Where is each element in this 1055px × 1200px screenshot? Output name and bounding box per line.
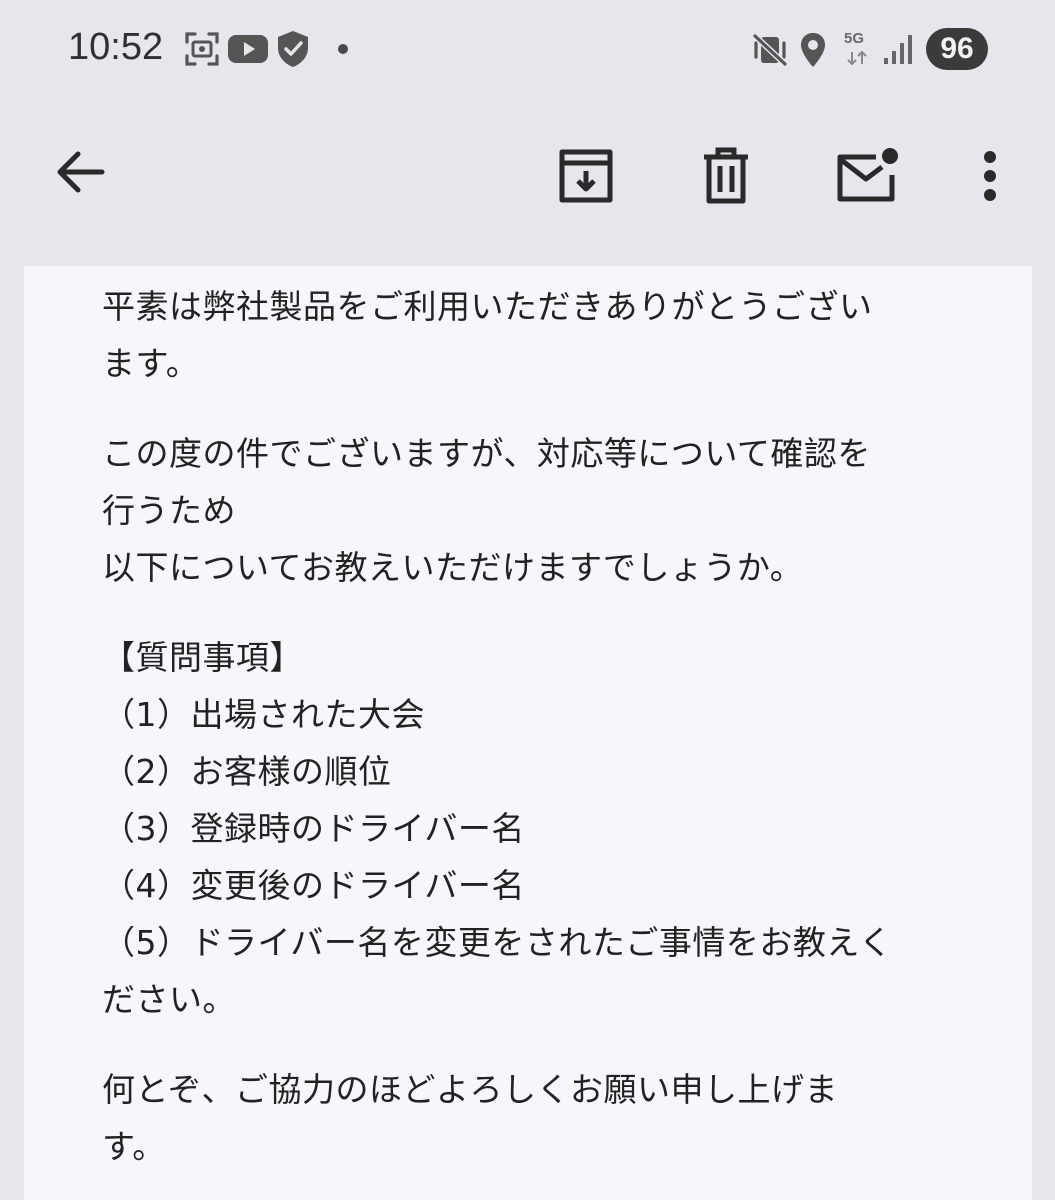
trash-icon	[704, 147, 748, 204]
archive-icon	[559, 149, 613, 203]
vibrate-icon	[752, 33, 788, 67]
status-bar: 10:52 5G 96	[0, 0, 1055, 100]
closing-line: 何とぞ、ご協力のほどよろしくお願い申し上げま	[102, 1070, 839, 1109]
location-icon	[801, 33, 825, 67]
more-vert-icon	[984, 151, 996, 201]
notification-dot-icon	[338, 44, 348, 54]
request-line: この度の件でございますが、対応等について確認を	[102, 434, 871, 473]
mark-unread-button[interactable]	[826, 136, 910, 216]
request-paragraph: この度の件でございますが、対応等について確認を 行うため 以下についてお教えいた…	[102, 425, 952, 596]
data-arrows-icon	[847, 50, 867, 66]
question-item: （5）ドライバー名を変更をされたご事情をお教えく	[102, 923, 893, 962]
closing-line: す。	[102, 1127, 166, 1166]
question-item-continuation: ださい。	[102, 980, 236, 1019]
email-body-card: 平素は弊社製品をご利用いただきありがとうござい ます。 この度の件でございますが…	[24, 266, 1032, 1200]
questions-heading: 【質問事項】	[102, 638, 303, 677]
back-button[interactable]	[40, 136, 120, 208]
network-type-label: 5G	[844, 30, 865, 47]
question-item: （3）登録時のドライバー名	[102, 809, 525, 848]
signal-icon	[884, 35, 912, 64]
youtube-icon	[228, 35, 268, 63]
email-body-text: 平素は弊社製品をご利用いただきありがとうござい ます。 この度の件でございますが…	[102, 278, 952, 1175]
question-item: （4）変更後のドライバー名	[102, 866, 525, 905]
greeting-paragraph: 平素は弊社製品をご利用いただきありがとうござい ます。	[102, 278, 952, 392]
closing-paragraph: 何とぞ、ご協力のほどよろしくお願い申し上げま す。	[102, 1061, 952, 1175]
mark-unread-icon	[837, 148, 898, 202]
greeting-line: 平素は弊社製品をご利用いただきありがとうござい	[102, 287, 873, 326]
archive-button[interactable]	[546, 136, 626, 216]
greeting-line: ます。	[102, 344, 200, 383]
request-line: 行うため	[102, 491, 236, 530]
questions-block: 【質問事項】 （1）出場された大会 （2）お客様の順位 （3）登録時のドライバー…	[102, 629, 952, 1028]
question-item: （2）お客様の順位	[102, 752, 392, 791]
screenshot-icon	[185, 32, 219, 66]
status-time: 10:52	[68, 26, 164, 68]
app-bar	[0, 100, 1055, 265]
delete-button[interactable]	[686, 136, 766, 216]
shield-icon	[278, 31, 308, 67]
back-arrow-icon	[57, 151, 105, 193]
more-options-button[interactable]	[962, 136, 1018, 216]
request-line: 以下についてお教えいただけますでしょうか。	[102, 548, 804, 587]
question-item: （1）出場された大会	[102, 695, 425, 734]
battery-level-badge: 96	[926, 28, 988, 70]
